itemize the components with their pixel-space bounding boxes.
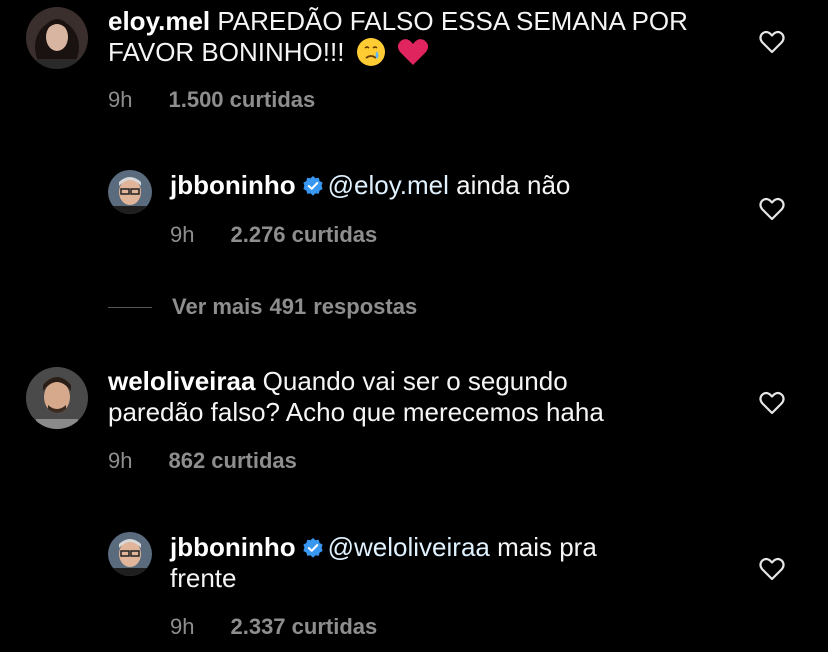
like-heart-icon[interactable] (759, 391, 785, 415)
comment-username[interactable]: weloliveiraa (108, 366, 255, 396)
comment-meta: 9h 862 curtidas (108, 448, 297, 474)
avatar[interactable] (108, 532, 152, 576)
view-more-text: Ver mais (172, 294, 263, 319)
avatar[interactable] (26, 7, 88, 69)
avatar[interactable] (26, 367, 88, 429)
view-more-suffix: respostas (313, 294, 418, 319)
likes-count[interactable]: 862 curtidas (168, 448, 296, 474)
replies-count: 491 (269, 294, 307, 319)
likes-count[interactable]: 2.337 curtidas (230, 614, 377, 640)
verified-badge-icon (303, 176, 323, 196)
woman-avatar-icon (26, 7, 88, 69)
comment-body-line1: mais pra (497, 532, 597, 562)
mention-link[interactable]: @eloy.mel (328, 170, 449, 200)
crying-face-emoji-icon (356, 38, 385, 66)
comment-text: weloliveiraa Quando vai ser o segundo pa… (108, 366, 748, 428)
like-heart-icon[interactable] (759, 30, 785, 54)
comment-meta: 9h 2.337 curtidas (170, 614, 377, 640)
avatar[interactable] (108, 170, 152, 214)
like-heart-icon[interactable] (759, 557, 785, 581)
divider (108, 306, 152, 308)
comment-text: jbboninho @weloliveiraa mais pra frente (170, 532, 740, 594)
comment-text: jbboninho @eloy.mel ainda não (170, 170, 740, 201)
comment-body-line2: frente (170, 563, 237, 593)
comment-meta: 9h 1.500 curtidas (108, 87, 315, 113)
boninho-avatar-icon (108, 532, 152, 576)
comment-body: ainda não (456, 170, 571, 200)
comment-username[interactable]: eloy.mel (108, 6, 210, 36)
mention-link[interactable]: @weloliveiraa (328, 532, 490, 562)
like-heart-icon[interactable] (759, 197, 785, 221)
likes-count[interactable]: 1.500 curtidas (168, 87, 315, 113)
comment-time: 9h (170, 614, 195, 639)
view-more-label: Ver mais 491 respostas (172, 294, 417, 320)
comment-body-line2: paredão falso? Acho que merecemos haha (108, 397, 604, 427)
comment-text: eloy.mel PAREDÃO FALSO ESSA SEMANA POR F… (108, 6, 748, 68)
comment-time: 9h (170, 222, 195, 247)
verified-badge-icon (303, 538, 323, 558)
comment-username[interactable]: jbboninho (170, 170, 296, 200)
man-avatar-icon (26, 367, 88, 429)
comment-body-line1: Quando vai ser o segundo (262, 366, 568, 396)
comment-time: 9h (108, 448, 133, 473)
boninho-avatar-icon (108, 170, 152, 214)
likes-count[interactable]: 2.276 curtidas (230, 222, 377, 248)
red-heart-emoji-icon (397, 39, 428, 65)
comment-meta: 9h 2.276 curtidas (170, 222, 377, 248)
comment-username[interactable]: jbboninho (170, 532, 296, 562)
view-more-replies-button[interactable]: Ver mais 491 respostas (108, 294, 417, 320)
comment-time: 9h (108, 87, 133, 112)
